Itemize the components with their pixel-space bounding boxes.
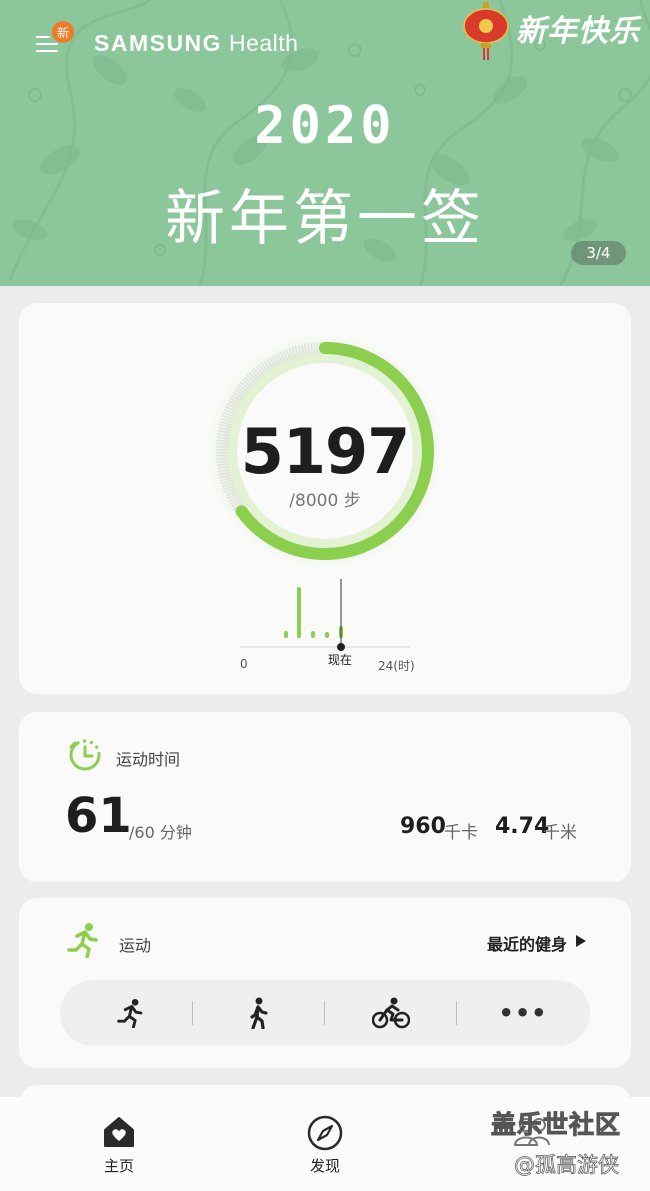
hourly-bars	[284, 587, 343, 638]
app-logo: SAMSUNG Health	[94, 30, 298, 57]
steps-count: 5197	[240, 415, 411, 488]
walk-icon	[250, 997, 268, 1029]
now-dot	[337, 643, 345, 651]
nav-discover[interactable]: 发现	[265, 1097, 385, 1191]
hourly-start-label: 0	[240, 657, 248, 671]
active-time-card[interactable]: 运动时间 61 /60 分钟 960 千卡 4.74 千米	[19, 712, 631, 882]
lantern-icon	[463, 2, 509, 60]
play-arrow-icon	[576, 935, 586, 947]
compass-icon	[307, 1115, 343, 1151]
more-workouts-button[interactable]: •••	[458, 980, 588, 1046]
nav-home-label: 主页	[103, 1157, 134, 1175]
distance-unit: 千米	[543, 823, 577, 843]
divider	[192, 1001, 193, 1025]
active-time-goal: /60 分钟	[129, 823, 192, 842]
more-icon: •••	[498, 999, 548, 1027]
brand-health: Health	[228, 30, 299, 56]
bike-icon	[372, 997, 410, 1029]
nav-home[interactable]: 主页	[59, 1097, 179, 1191]
recent-workouts-link[interactable]: 最近的健身	[487, 931, 567, 955]
timer-icon	[69, 739, 101, 771]
distance-value: 4.74	[495, 814, 550, 839]
now-label: 现在	[328, 653, 353, 667]
brand-samsung: SAMSUNG	[94, 30, 223, 56]
workout-card[interactable]: 运动 最近的健身 •••	[19, 898, 631, 1068]
banner-headline: 新年第一签	[165, 184, 485, 254]
quick-start-bar: •••	[60, 980, 590, 1046]
watermark-author: @孤高游侠	[514, 1153, 620, 1178]
watermark-community: 盖乐世社区	[490, 1110, 622, 1140]
workout-title: 运动	[119, 936, 152, 955]
promo-banner[interactable]: 新 SAMSUNG Health 新年快乐 2020 新年第一签 3/4	[0, 0, 650, 286]
steps-card[interactable]: 5197 /8000 步 0 现在 24(时)	[19, 303, 631, 694]
active-time-value: 61	[65, 788, 132, 844]
walk-button[interactable]	[194, 980, 324, 1046]
run-icon	[117, 999, 143, 1028]
greeting-text: 新年快乐	[516, 14, 640, 49]
home-heart-icon	[104, 1117, 134, 1147]
bike-button[interactable]	[326, 980, 456, 1046]
new-badge: 新	[52, 21, 74, 43]
calories-value: 960	[400, 814, 446, 839]
steps-target: /8000 步	[289, 491, 361, 511]
runner-icon	[67, 923, 98, 958]
hourly-end-label: 24(时)	[378, 659, 415, 673]
divider	[456, 1001, 457, 1025]
divider	[324, 1001, 325, 1025]
page-indicator: 3/4	[571, 241, 626, 265]
menu-icon	[36, 36, 50, 38]
active-time-title: 运动时间	[116, 750, 181, 769]
run-button[interactable]	[66, 980, 196, 1046]
calories-unit: 千卡	[444, 823, 478, 843]
banner-year: 2020	[254, 96, 396, 156]
nav-discover-label: 发现	[309, 1157, 340, 1175]
